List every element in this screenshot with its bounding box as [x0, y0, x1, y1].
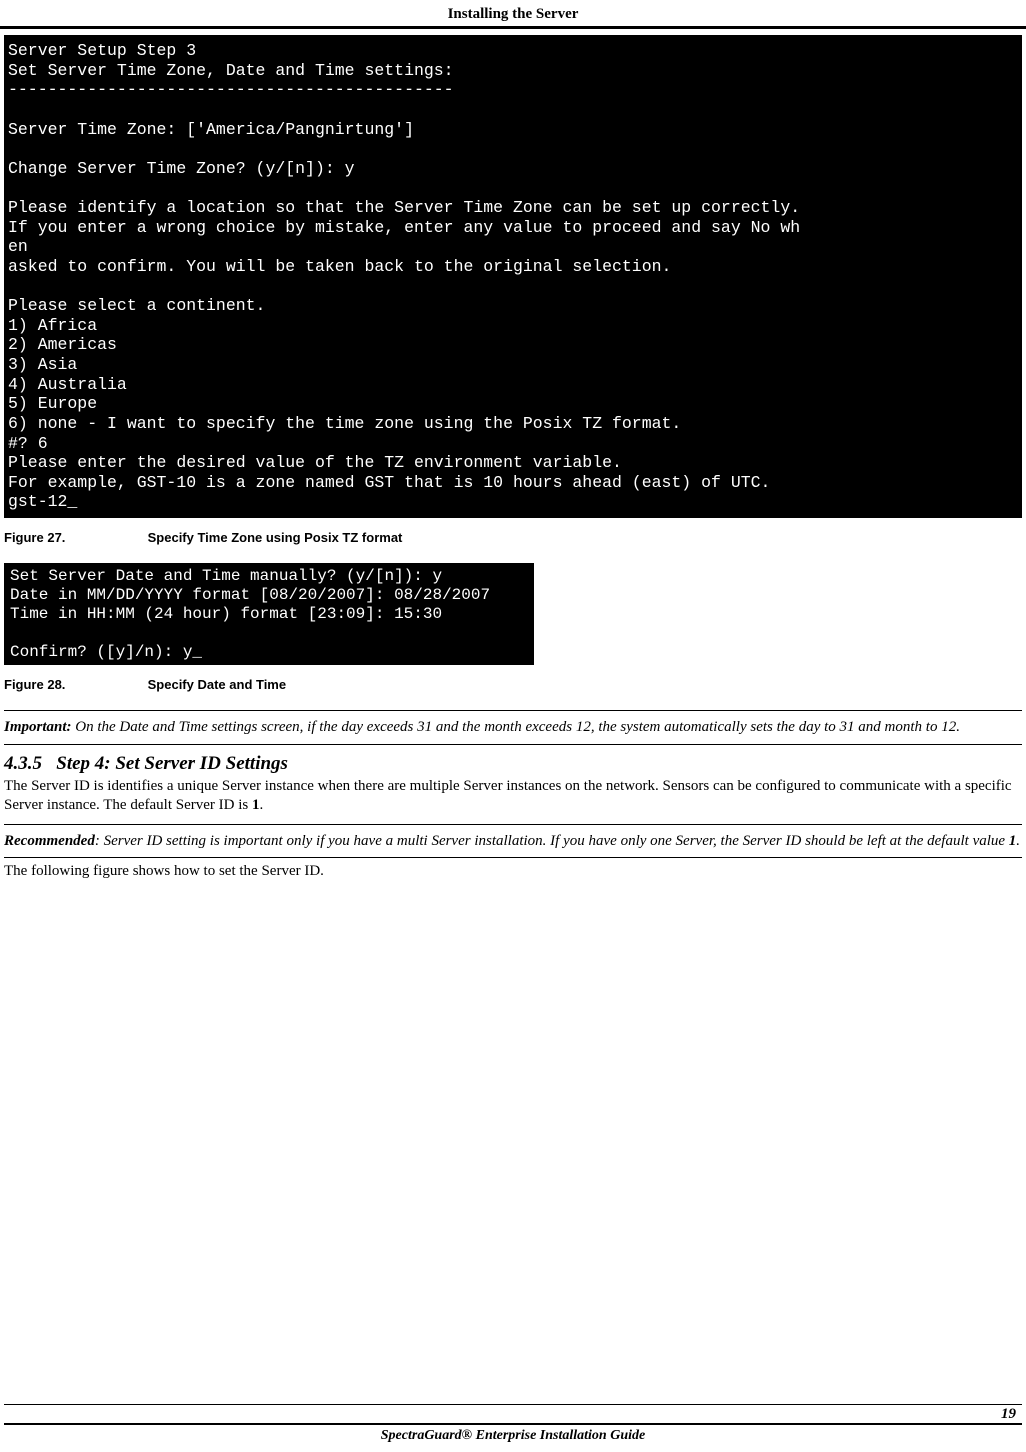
footer-guide-title: SpectraGuard® Enterprise Installation Gu… [4, 1423, 1022, 1452]
page-number: 19 [4, 1404, 1022, 1423]
horizontal-rule [4, 857, 1022, 858]
text-run: The Server ID is identifies a unique Ser… [4, 778, 1012, 814]
important-label: Important: [4, 719, 72, 735]
figure-number: Figure 27. [4, 530, 144, 545]
terminal-screenshot-2: Set Server Date and Time manually? (y/[n… [4, 563, 534, 665]
page-content: Server Setup Step 3 Set Server Time Zone… [0, 35, 1026, 881]
section-heading: 4.3.5 Step 4: Set Server ID Settings [4, 753, 1022, 775]
figure-title: Specify Date and Time [148, 677, 286, 692]
text-run: . [259, 797, 263, 813]
header-title: Installing the Server [448, 6, 579, 22]
horizontal-rule [4, 824, 1022, 825]
section-number: 4.3.5 [4, 753, 42, 774]
terminal-screenshot-1: Server Setup Step 3 Set Server Time Zone… [4, 35, 1022, 518]
recommended-note: Recommended: Server ID setting is import… [4, 831, 1022, 851]
important-text: On the Date and Time settings screen, if… [72, 719, 960, 735]
figure-number: Figure 28. [4, 677, 144, 692]
horizontal-rule [4, 744, 1022, 745]
recommended-text-a: : Server ID setting is important only if… [95, 833, 1009, 849]
figure-title: Specify Time Zone using Posix TZ format [148, 530, 403, 545]
figure-28-caption: Figure 28. Specify Date and Time [4, 677, 1022, 692]
figure-27-caption: Figure 27. Specify Time Zone using Posix… [4, 530, 1022, 545]
body-paragraph-1: The Server ID is identifies a unique Ser… [4, 777, 1022, 816]
section-title: Step 4: Set Server ID Settings [56, 753, 288, 774]
horizontal-rule [4, 710, 1022, 711]
recommended-text-b: . [1016, 833, 1020, 849]
page-footer: 19 SpectraGuard® Enterprise Installation… [0, 1404, 1026, 1452]
body-paragraph-2: The following figure shows how to set th… [4, 862, 1022, 882]
recommended-label: Recommended [4, 833, 95, 849]
page-header: Installing the Server [0, 0, 1026, 29]
important-note: Important: On the Date and Time settings… [4, 717, 1022, 737]
